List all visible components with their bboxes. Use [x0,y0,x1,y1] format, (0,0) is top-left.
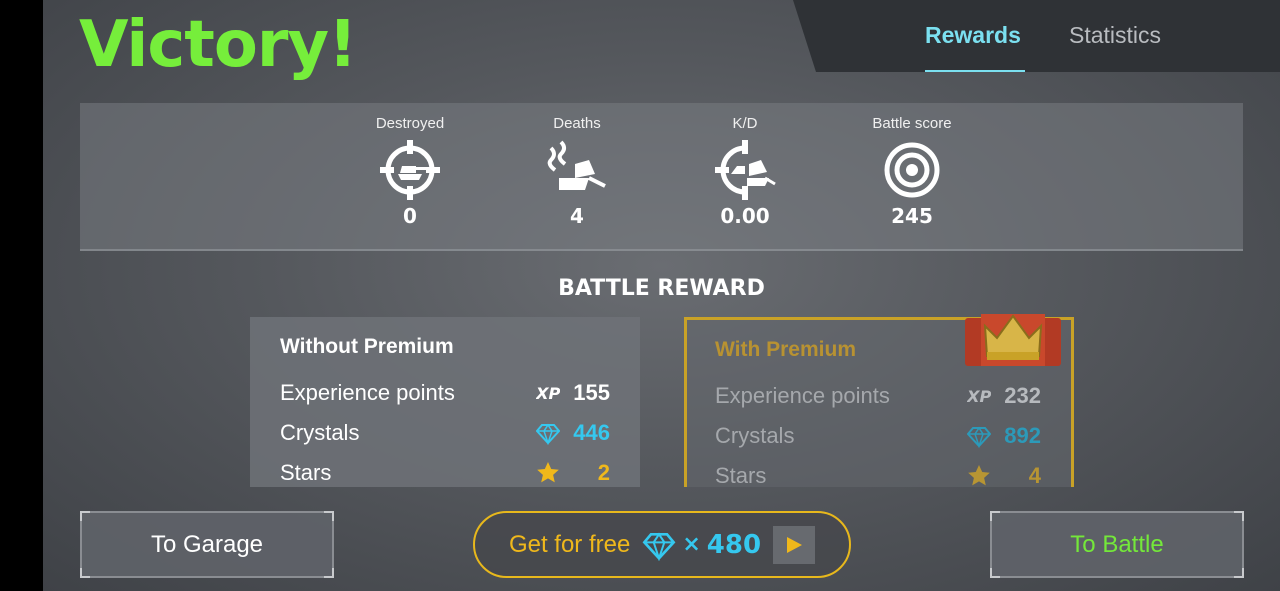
stat-label: Deaths [553,115,601,132]
crystal-amount: 480 [706,529,762,560]
stat-value: 0.00 [720,204,770,228]
reward-row-stars: Stars 2 [280,453,610,493]
button-label: Get for free [508,530,631,558]
burning-tank-icon [547,140,606,190]
star-icon [537,462,559,483]
multiplier-sign: × [682,532,701,557]
row-label: Experience points [715,383,890,408]
svg-text:XP: XP [536,384,560,403]
reward-row-xp: Experience points XP 232 [715,376,1041,416]
xp-icon: XP [536,384,560,403]
star-icon [968,465,990,486]
premium-crown-icon [965,314,1061,366]
row-value: 892 [1004,423,1041,448]
row-value: 232 [1004,383,1041,408]
to-garage-button[interactable]: To Garage [80,511,334,578]
to-battle-button[interactable]: To Battle [990,511,1244,578]
kd-ratio-icon [715,140,776,200]
stat-battle-score: Battle score 245 [842,115,982,228]
reward-row-xp: Experience points XP 155 [280,373,610,413]
row-label: Experience points [280,380,455,405]
victory-title: Victory! [79,8,357,82]
battle-stats-panel: Destroyed 0 Deaths 4 K/D 0.00 Battle sco… [80,103,1243,251]
play-video-icon [773,525,816,564]
row-label: Crystals [280,420,360,445]
button-label: To Battle [1070,530,1164,558]
target-icon [884,142,940,198]
svg-text:XP: XP [967,387,991,406]
get-for-free-button[interactable]: Get for free × 480 [473,511,851,578]
stat-destroyed: Destroyed 0 [340,115,480,228]
reward-row-stars: Stars 4 [715,456,1041,496]
stat-value: 245 [891,204,933,228]
stat-deaths: Deaths 4 [507,115,647,228]
stat-kd: K/D 0.00 [675,115,815,228]
stat-label: K/D [732,115,758,132]
without-premium-card: Without Premium Experience points XP 155… [250,317,640,487]
tab-rewards[interactable]: Rewards [925,22,1021,49]
battle-reward-title: BATTLE REWARD [558,276,765,301]
reward-row-crystals: Crystals 446 [280,413,610,453]
row-label: Stars [715,463,767,488]
crosshair-tank-icon [380,140,440,200]
row-label: Stars [280,460,332,485]
row-value: 4 [1028,463,1041,488]
crystal-icon [536,423,560,445]
stat-value: 4 [570,204,584,228]
battle-results-screen: Victory! Rewards Statistics Destroyed 0 … [43,0,1280,591]
crystal-icon [642,532,676,561]
row-label: Crystals [715,423,795,448]
tab-statistics[interactable]: Statistics [1069,22,1161,49]
row-value: 446 [573,420,610,445]
reward-row-crystals: Crystals 892 [715,416,1041,456]
stat-label: Destroyed [375,115,445,132]
card-title: Without Premium [280,335,454,358]
stat-value: 0 [403,204,417,228]
tab-rewards-underline [925,70,1025,72]
crystal-icon [967,426,991,448]
stat-label: Battle score [872,115,952,132]
row-value: 155 [573,380,610,405]
tabs-panel [793,0,1280,72]
row-value: 2 [597,460,610,485]
xp-icon: XP [967,387,991,406]
button-label: To Garage [150,530,264,558]
